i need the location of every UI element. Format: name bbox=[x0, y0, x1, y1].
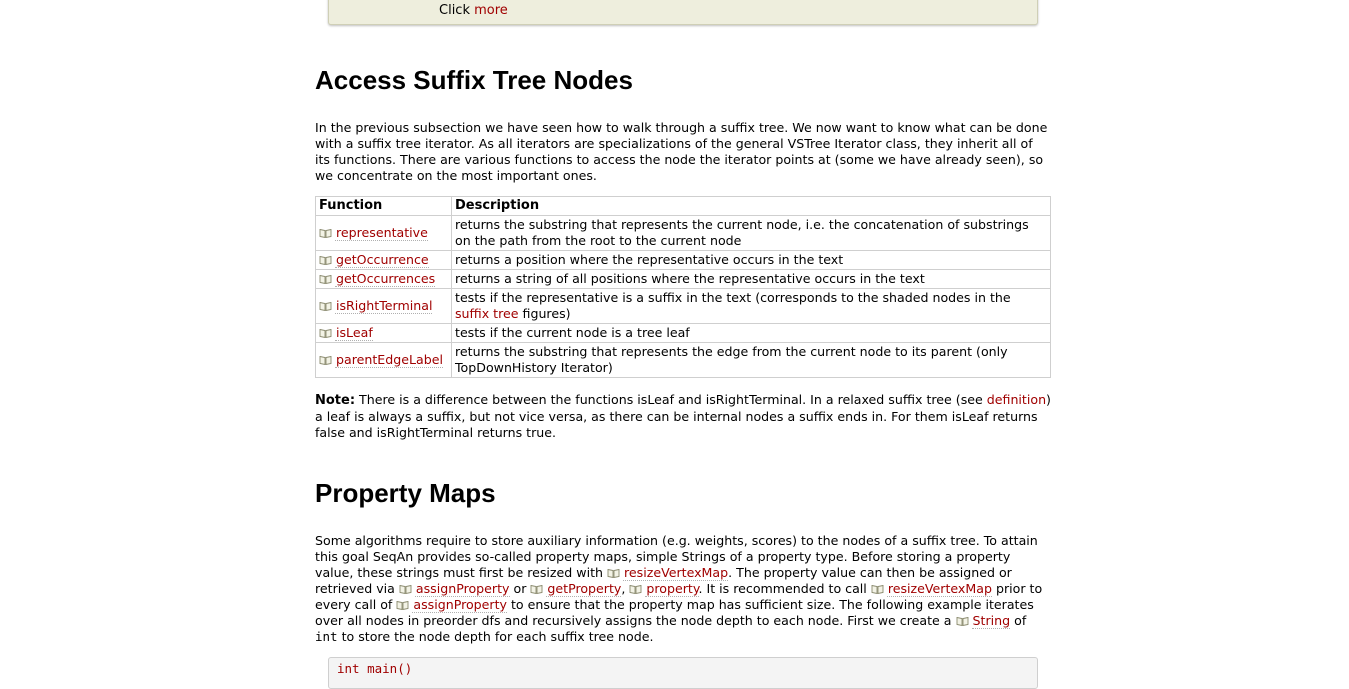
table-cell-description: returns a position where the representat… bbox=[451, 250, 1051, 270]
book-icon bbox=[319, 328, 332, 338]
table-row: isRightTerminal tests if the representat… bbox=[315, 288, 1051, 324]
section-intro: In the previous subsection we have seen … bbox=[315, 120, 1048, 183]
book-icon bbox=[319, 228, 332, 238]
assignproperty-link-2[interactable]: assignProperty bbox=[412, 597, 507, 613]
code-example-box: int main() bbox=[328, 657, 1038, 689]
property-maps-paragraph: Some algorithms require to store auxilia… bbox=[315, 533, 1043, 644]
note-label: Note: bbox=[315, 393, 356, 408]
int-code: int bbox=[315, 629, 338, 644]
function-link-parentedgelabel[interactable]: parentEdgeLabel bbox=[335, 352, 443, 368]
book-icon bbox=[319, 274, 332, 284]
table-header-row: Function Description bbox=[315, 196, 1051, 216]
book-icon bbox=[871, 584, 884, 594]
code-example-text: int main() bbox=[337, 661, 413, 676]
info-box: Click more bbox=[328, 0, 1038, 25]
book-icon bbox=[629, 584, 642, 594]
column-header-description: Description bbox=[451, 196, 1051, 216]
column-header-function: Function bbox=[315, 196, 452, 216]
note-paragraph: Note: There is a difference between the … bbox=[315, 392, 1051, 440]
function-link-getoccurrences[interactable]: getOccurrences bbox=[335, 271, 436, 287]
book-icon bbox=[319, 255, 332, 265]
table-row: getOccurrences returns a string of all p… bbox=[315, 269, 1051, 289]
book-icon bbox=[399, 584, 412, 594]
book-icon bbox=[396, 600, 409, 610]
table-cell-description: returns a string of all positions where … bbox=[451, 269, 1051, 289]
assignproperty-link[interactable]: assignProperty bbox=[414, 581, 510, 597]
resizevertexmap-link[interactable]: resizeVertexMap bbox=[623, 565, 729, 581]
table-row: parentEdgeLabel returns the substring th… bbox=[315, 342, 1051, 378]
functions-table: Function Description representative retu… bbox=[315, 196, 1051, 378]
suffix-tree-link[interactable]: suffix tree bbox=[455, 306, 519, 321]
function-link-isleaf[interactable]: isLeaf bbox=[335, 325, 373, 341]
book-icon bbox=[530, 584, 543, 594]
getproperty-link[interactable]: getProperty bbox=[546, 581, 622, 597]
info-box-text: Click more bbox=[439, 3, 508, 18]
section-title-access-nodes: Access Suffix Tree Nodes bbox=[315, 65, 633, 95]
table-cell-description: tests if the current node is a tree leaf bbox=[451, 323, 1051, 343]
resizevertexmap-link-2[interactable]: resizeVertexMap bbox=[886, 581, 992, 597]
table-cell-description: tests if the representative is a suffix … bbox=[451, 288, 1051, 324]
definition-link[interactable]: definition bbox=[987, 392, 1046, 407]
section-title-property-maps: Property Maps bbox=[315, 478, 496, 508]
function-link-getoccurrence[interactable]: getOccurrence bbox=[335, 252, 429, 268]
book-icon bbox=[956, 616, 968, 626]
table-cell-description: returns the substring that represents th… bbox=[451, 342, 1051, 378]
book-icon bbox=[319, 301, 332, 311]
table-row: representative returns the substring tha… bbox=[315, 215, 1051, 251]
book-icon bbox=[607, 568, 620, 578]
table-row: isLeaf tests if the current node is a tr… bbox=[315, 323, 1051, 343]
function-link-representative[interactable]: representative bbox=[335, 225, 428, 241]
function-link-isrightterminal[interactable]: isRightTerminal bbox=[335, 298, 433, 314]
more-link[interactable]: more bbox=[474, 3, 508, 18]
property-link[interactable]: property bbox=[645, 581, 699, 597]
table-row: getOccurrence returns a position where t… bbox=[315, 250, 1051, 270]
string-link[interactable]: String bbox=[971, 613, 1011, 629]
book-icon bbox=[319, 355, 332, 365]
table-cell-description: returns the substring that represents th… bbox=[451, 215, 1051, 251]
